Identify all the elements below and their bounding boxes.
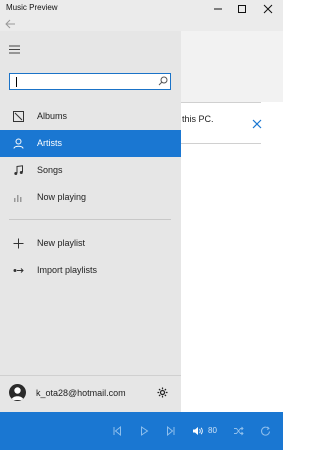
- action-label: New playlist: [37, 238, 86, 248]
- settings-button[interactable]: [157, 387, 168, 398]
- text-caret: [16, 77, 17, 87]
- minimize-icon: [214, 8, 222, 9]
- shuffle-button[interactable]: [231, 424, 245, 438]
- content-divider: [181, 143, 261, 144]
- albums-icon: [12, 110, 24, 122]
- content-divider: [181, 102, 261, 103]
- play-icon: [141, 426, 149, 436]
- back-arrow-icon: [5, 19, 15, 29]
- hamburger-menu-button[interactable]: [8, 43, 22, 57]
- hamburger-icon: [9, 45, 20, 54]
- repeat-button[interactable]: [258, 424, 272, 438]
- nav-item-label: Now playing: [37, 192, 87, 202]
- maximize-button[interactable]: [230, 0, 254, 17]
- search-input[interactable]: [14, 75, 154, 87]
- dismiss-notice-button[interactable]: [250, 117, 264, 131]
- minimize-button[interactable]: [206, 0, 230, 17]
- nav-item-albums[interactable]: Albums: [0, 103, 181, 130]
- account-name[interactable]: k_ota28@hotmail.com: [36, 388, 126, 398]
- nav-item-label: Artists: [37, 138, 63, 148]
- back-row: [0, 17, 283, 31]
- search-box[interactable]: [9, 73, 171, 90]
- close-icon: [263, 4, 273, 13]
- import-playlists-button[interactable]: Import playlists: [0, 257, 181, 284]
- account-divider: [0, 375, 181, 376]
- content-header: [181, 31, 283, 102]
- skip-forward-icon: [167, 426, 175, 436]
- volume-button[interactable]: [191, 424, 205, 438]
- nav-item-now-playing[interactable]: Now playing: [0, 184, 181, 211]
- next-button[interactable]: [164, 424, 178, 438]
- play-button[interactable]: [137, 424, 151, 438]
- gear-icon: [157, 387, 168, 398]
- nav-item-label: Songs: [37, 165, 63, 175]
- notice-text: this PC.: [182, 114, 214, 124]
- import-icon: [12, 264, 24, 276]
- nav-divider: [9, 219, 171, 220]
- new-playlist-button[interactable]: New playlist: [0, 230, 181, 257]
- user-icon: [11, 387, 24, 400]
- close-icon: [252, 119, 262, 129]
- shuffle-icon: [233, 426, 244, 436]
- volume-value: 80: [208, 426, 217, 435]
- previous-button[interactable]: [110, 424, 124, 438]
- now-playing-icon: [12, 191, 24, 203]
- volume-icon: [193, 427, 203, 435]
- maximize-icon: [238, 4, 246, 13]
- search-icon[interactable]: [158, 76, 168, 86]
- nav-item-songs[interactable]: Songs: [0, 157, 181, 184]
- action-label: Import playlists: [37, 265, 98, 275]
- avatar[interactable]: [9, 384, 26, 401]
- nav-item-artists[interactable]: Artists: [0, 130, 181, 157]
- songs-icon: [12, 164, 24, 176]
- back-button[interactable]: [4, 19, 16, 29]
- nav-item-label: Albums: [37, 111, 68, 121]
- artists-icon: [12, 137, 24, 149]
- close-window-button[interactable]: [256, 0, 280, 17]
- app-title: Music Preview: [6, 3, 58, 12]
- plus-icon: [12, 237, 24, 249]
- skip-back-icon: [113, 426, 121, 436]
- repeat-icon: [260, 426, 270, 436]
